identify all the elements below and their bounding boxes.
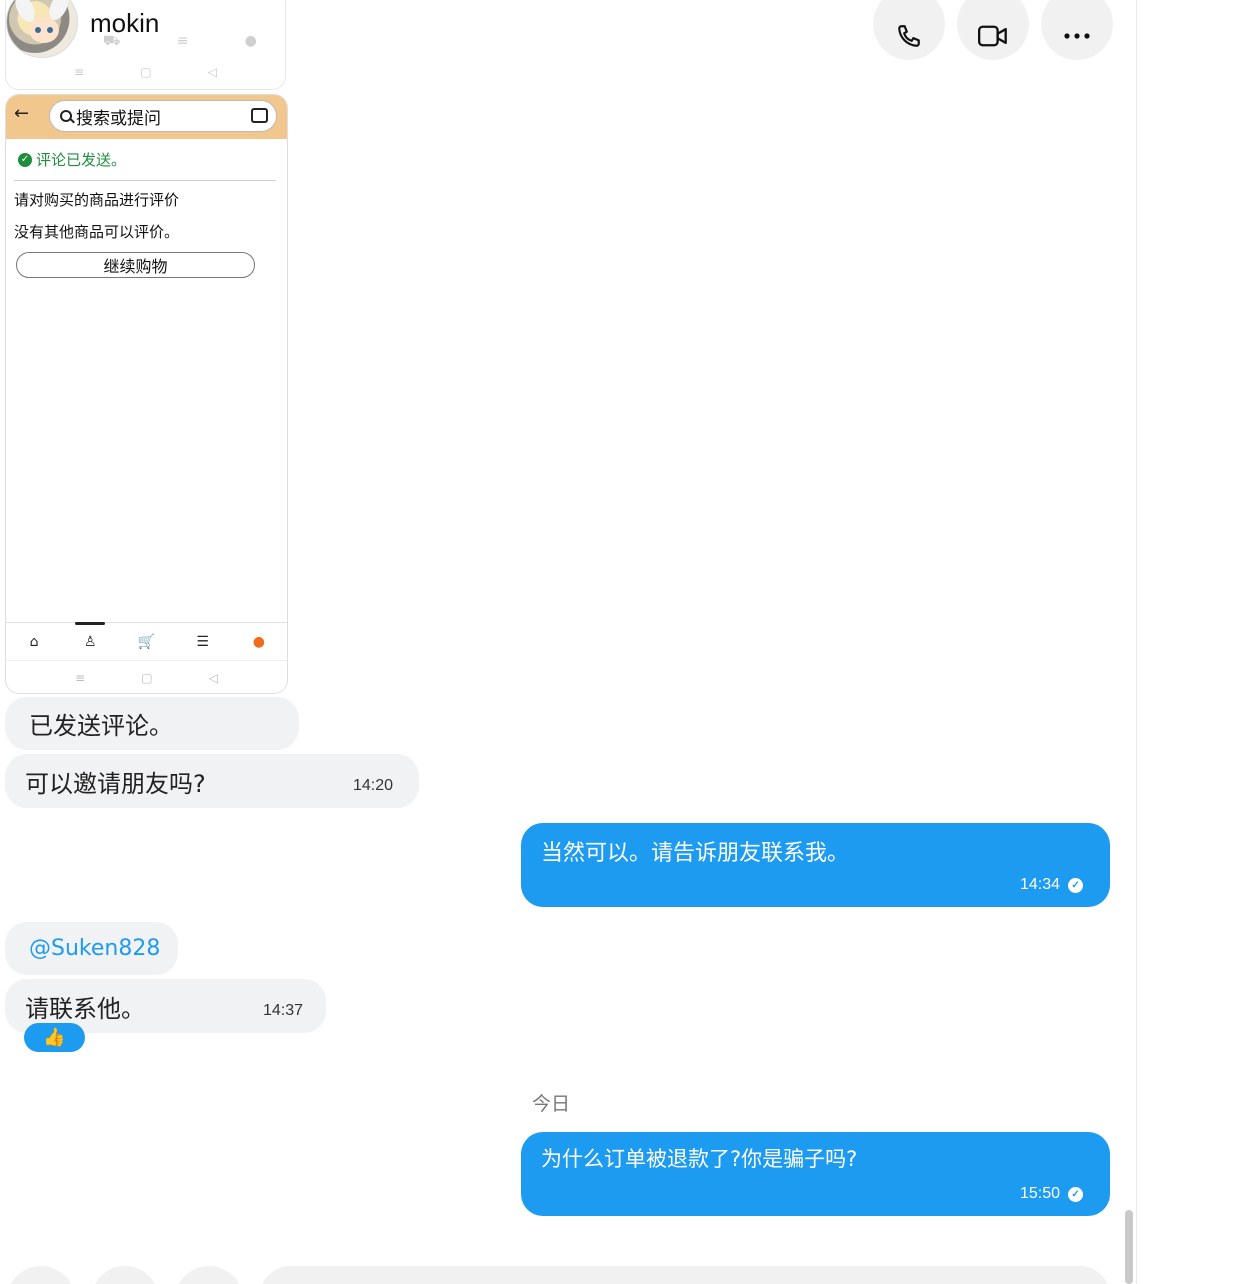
read-check-icon: ✓	[1068, 1186, 1084, 1202]
panel-divider	[1136, 0, 1137, 1284]
search-field: 搜索或提问	[49, 100, 277, 132]
message-time: 14:34	[1020, 876, 1061, 893]
attach-button[interactable]	[7, 1266, 75, 1284]
camera-icon	[251, 108, 268, 123]
faded-menu-icon: ≡	[74, 65, 85, 79]
message-bubble-incoming[interactable]: @Suken828	[5, 922, 178, 975]
continue-shopping-button: 继续购物	[16, 252, 255, 278]
back-arrow-icon: ←	[14, 103, 30, 124]
message-bubble-outgoing[interactable]: 当然可以。请告诉朋友联系我。 14:34 ✓	[521, 823, 1110, 907]
app-search-bar: ← 搜索或提问	[6, 95, 287, 139]
faded-system-nav: ≡ ▢ ◁	[6, 65, 285, 79]
message-bubble-incoming[interactable]: 已发送评论。	[5, 697, 299, 750]
video-call-button[interactable]	[957, 0, 1029, 60]
search-icon	[60, 110, 72, 122]
chat-window: ♙ ⛟ ≡ ● ≡ ▢ ◁ mokin ← 搜索或提问	[0, 0, 1250, 1284]
divider	[14, 180, 276, 181]
chat-bubble-icon: ●	[252, 633, 265, 650]
faded-back-icon: ◁	[207, 65, 217, 79]
home-icon: ⌂	[29, 633, 39, 650]
account-icon: ♙	[70, 621, 110, 657]
thumbs-up-reaction[interactable]: 👍	[24, 1023, 85, 1052]
message-meta: 15:50 ✓	[1020, 1185, 1084, 1203]
video-icon	[978, 25, 1007, 47]
no-items-text: 没有其他商品可以评价。	[14, 223, 180, 241]
message-text: 为什么订单被退款了?你是骗子吗?	[541, 1147, 858, 1171]
search-placeholder: 搜索或提问	[76, 108, 161, 129]
back-triangle-icon: ◁	[208, 670, 218, 685]
message-bubble-incoming[interactable]: 可以邀请朋友吗? 14:20	[5, 754, 419, 808]
message-time: 14:20	[353, 777, 394, 794]
faded-home-icon: ▢	[140, 65, 152, 79]
shared-screenshot-image[interactable]: ← 搜索或提问 ✓ 评论已发送。 请对购买的商品进行评价 没有其他商品可以评价。…	[5, 94, 288, 694]
list-icon: ☰	[196, 633, 209, 650]
system-nav-bar: ≡ ▢ ◁	[6, 660, 287, 693]
mention-link[interactable]: @Suken828	[25, 936, 160, 961]
message-text: 当然可以。请告诉朋友联系我。	[541, 841, 850, 866]
avatar-eye-right	[47, 27, 53, 33]
more-options-button[interactable]	[1041, 0, 1113, 60]
thumbs-up-icon: 👍	[43, 1027, 66, 1048]
cart-icon: 🛒	[137, 633, 156, 650]
app-bottom-nav: ⌂ ♙ 🛒 ☰ ●	[6, 621, 287, 660]
message-text: 已发送评论。	[29, 712, 173, 740]
faded-chat-icon: ●	[244, 33, 257, 49]
read-check-icon: ✓	[1068, 877, 1084, 893]
faded-list-icon: ≡	[176, 33, 189, 49]
phone-icon	[898, 25, 920, 47]
sent-notice: ✓ 评论已发送。	[18, 149, 126, 170]
home-square-icon: ▢	[141, 670, 153, 685]
emoji-button[interactable]	[175, 1266, 243, 1284]
message-meta: 14:34 ✓	[1020, 876, 1084, 894]
message-input[interactable]	[260, 1266, 1110, 1284]
message-time: 15:50	[1020, 1185, 1061, 1202]
voice-call-button[interactable]	[873, 0, 945, 60]
review-title: 请对购买的商品进行评价	[14, 191, 180, 209]
message-text: 可以邀请朋友吗?	[25, 769, 206, 798]
avatar-face	[29, 17, 59, 43]
avatar-eye-left	[35, 27, 41, 33]
message-bubble-outgoing[interactable]: 为什么订单被退款了?你是骗子吗? 15:50 ✓	[521, 1132, 1110, 1216]
menu-icon: ≡	[75, 670, 86, 685]
contact-name[interactable]: mokin	[90, 8, 159, 39]
scrollbar[interactable]	[1125, 1210, 1133, 1284]
more-icon	[1064, 33, 1090, 39]
sent-notice-text: 评论已发送。	[36, 151, 127, 169]
gif-button[interactable]	[91, 1266, 159, 1284]
check-circle-icon: ✓	[18, 152, 32, 167]
message-time: 14:37	[263, 1002, 304, 1019]
date-separator: 今日	[532, 1093, 571, 1115]
message-text: 请联系他。	[25, 994, 145, 1023]
